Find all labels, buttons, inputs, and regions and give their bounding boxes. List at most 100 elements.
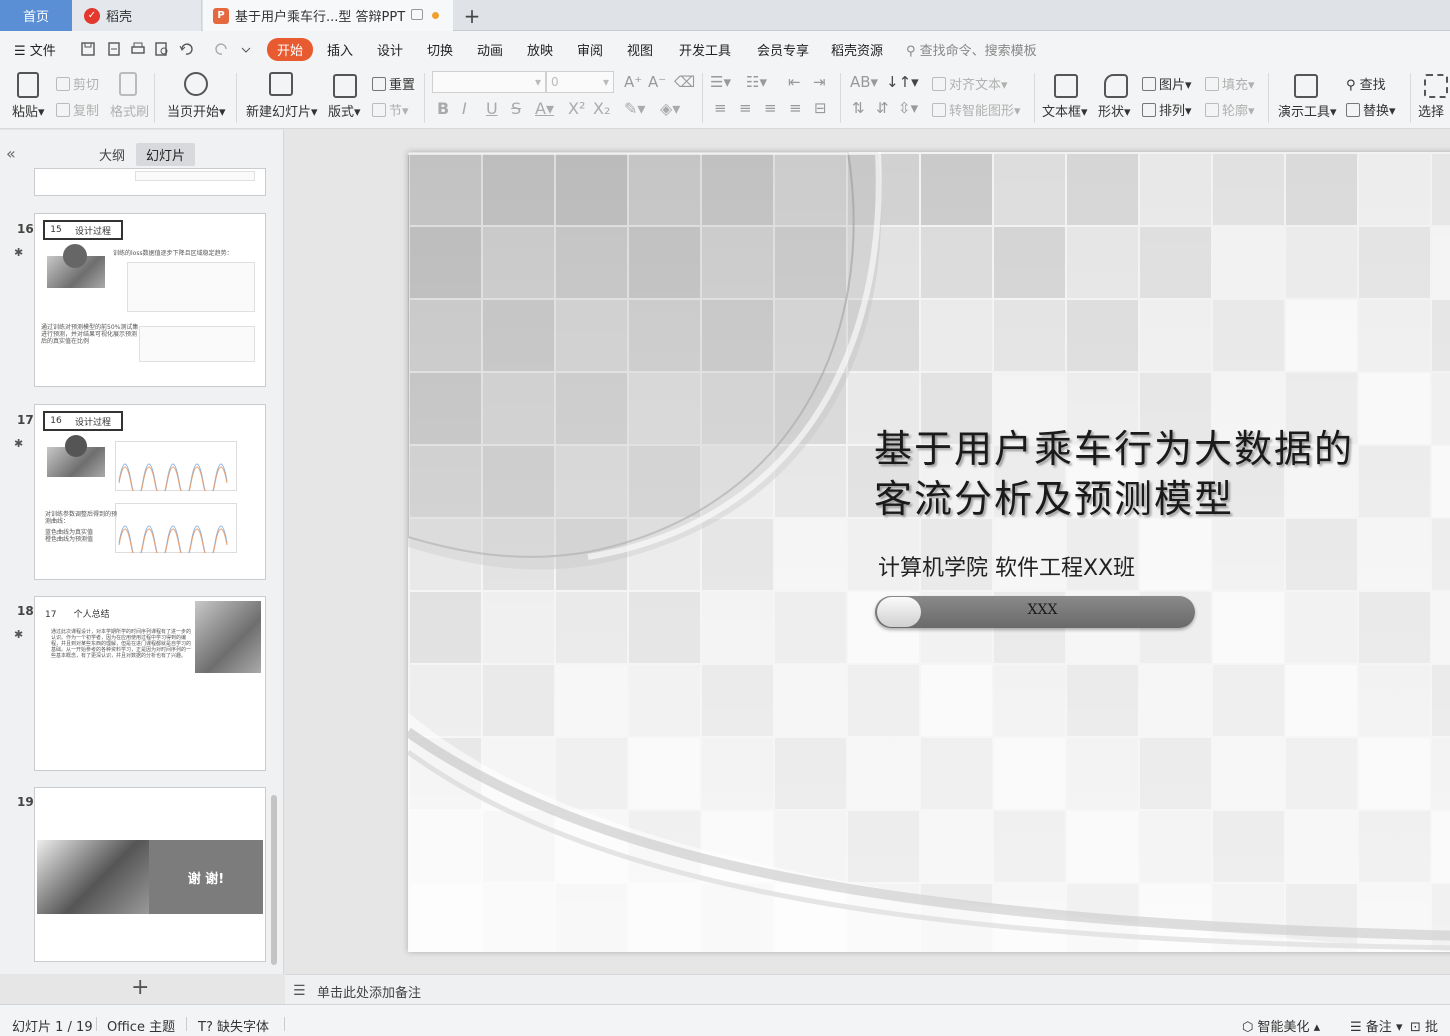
decrease-indent-icon[interactable]: ⇤ [788,73,801,91]
quick-access-dropdown-icon[interactable] [240,41,256,57]
notes-toggle-button[interactable]: ☰ 备注 ▾ [1350,1016,1402,1035]
align-right-icon[interactable]: ≡ [764,99,777,117]
format-painter-button[interactable]: 格式刷 [110,101,149,120]
font-color-icon[interactable]: A▾ [535,99,554,118]
increase-indent-icon[interactable]: ⇥ [813,73,826,91]
undo-icon[interactable] [178,41,194,57]
clear-format-icon[interactable]: ⌫ [674,73,695,91]
export-pdf-icon[interactable] [106,41,122,57]
slide-thumbnail-15[interactable] [34,168,266,196]
tab-daoke[interactable]: ✓ 稻壳 [72,0,202,31]
menu-membership[interactable]: 会员专享 [757,40,809,59]
phonetic-guide-icon[interactable]: ✎▾ [624,99,645,118]
superscript-icon[interactable]: X² [568,99,585,118]
replace-button[interactable]: 替换▾ [1346,100,1396,119]
monitor-icon[interactable] [411,9,423,20]
smart-graphic-button[interactable]: 转智能图形▾ [932,100,1021,119]
menu-animation[interactable]: 动画 [477,40,503,59]
justify-icon[interactable]: ≡ [789,99,802,117]
comments-button[interactable]: ⊡ 批注 [1410,1016,1450,1036]
presenter-tools-button[interactable]: 演示工具▾ [1278,101,1337,120]
sort-icon[interactable]: ↓↑▾ [886,73,919,91]
increase-font-icon[interactable]: A⁺ [624,73,642,91]
theme-name[interactable]: Office 主题 [107,1016,175,1035]
font-size-combo[interactable]: 0 ▾ [546,71,614,93]
text-direction-icon[interactable]: AB▾ [850,73,878,91]
fill-button[interactable]: 填充▾ [1205,74,1255,93]
collapse-panel-icon[interactable]: « [6,144,16,163]
italic-icon[interactable]: I [462,99,467,118]
copy-button[interactable]: 复制 [56,100,99,119]
cut-button[interactable]: 剪切 [56,74,99,93]
subscript-icon[interactable]: X₂ [593,99,610,118]
align-text-button[interactable]: 对齐文本▾ [932,74,1008,93]
presenter-name-bar[interactable]: XXX [875,596,1195,628]
play-from-current-button[interactable]: 当页开始▾ [167,101,226,120]
play-from-current-label: 当页开始 [167,105,220,120]
tab-outline[interactable]: 大纲 [99,145,125,164]
redo-icon[interactable] [214,41,230,57]
spacing-dropdown-icon[interactable]: ⇳▾ [898,99,918,117]
bullet-list-icon[interactable]: ☰▾ [710,73,731,91]
menu-transition[interactable]: 切换 [427,40,453,59]
line-spacing-icon[interactable]: ⇅ [852,99,865,117]
smart-beautify-button[interactable]: ⬡ 智能美化 ▴ [1242,1016,1320,1035]
slide-thumbnail-16[interactable]: 15 设计过程 训练的loss数据值逐步下降且区域稳定趋势： 通过训练对预测模型的… [34,213,266,387]
add-slide-button[interactable]: + [131,975,149,1000]
tab-home[interactable]: 首页 [0,0,72,31]
underline-icon[interactable]: U [486,99,498,118]
new-tab-button[interactable]: + [460,0,484,31]
layout-button[interactable]: 版式▾ [328,101,361,120]
notes-placeholder[interactable]: 单击此处添加备注 [317,982,421,1001]
current-slide[interactable]: 基于用户乘车行为大数据的 客流分析及预测模型 计算机学院 软件工程XX班 XXX [408,152,1450,952]
menu-start[interactable]: 开始 [267,38,314,61]
menu-developer[interactable]: 开发工具 [679,40,731,59]
panel-scrollbar[interactable] [271,795,277,965]
align-left-icon[interactable]: ≡ [714,99,727,117]
textbox-button[interactable]: 文本框▾ [1042,101,1088,120]
tab-slides[interactable]: 幻灯片 [136,143,196,166]
bold-icon[interactable]: B [437,99,449,118]
menu-daoke-resources[interactable]: 稻壳资源 [831,40,883,59]
menu-view[interactable]: 视图 [627,40,653,59]
print-preview-icon[interactable] [154,41,170,57]
textbox-icon [1054,74,1078,98]
slide-title-line1[interactable]: 基于用户乘车行为大数据的 [874,418,1354,473]
layout-label: 版式 [328,105,355,120]
numbered-list-icon[interactable]: ☷▾ [746,73,767,91]
menu-design[interactable]: 设计 [377,40,403,59]
tab-document[interactable]: P 基于用户乘车行...型 答辩PPT [203,0,453,31]
slide-subtitle[interactable]: 计算机学院 软件工程XX班 [878,550,1135,582]
notes-bar[interactable]: ☰ 单击此处添加备注 [285,974,1450,1004]
command-search[interactable]: ⚲ 查找命令、搜索模板 [906,40,1037,59]
find-button[interactable]: ⚲ 查找 [1346,74,1386,93]
slide-title-line2[interactable]: 客流分析及预测模型 [874,468,1234,523]
menu-slideshow[interactable]: 放映 [527,40,553,59]
notes-icon: ☰ [293,983,306,999]
strikethrough-icon[interactable]: S [511,99,521,118]
picture-button[interactable]: 图片▾ [1142,74,1192,93]
save-icon[interactable] [80,41,96,57]
reset-button[interactable]: 重置 [372,74,415,93]
highlight-icon[interactable]: ◈▾ [660,99,680,118]
missing-font-button[interactable]: T? 缺失字体 [198,1016,269,1035]
slide-thumbnail-19[interactable]: 谢 谢! [34,787,266,962]
arrange-button[interactable]: 排列▾ [1142,100,1192,119]
file-menu[interactable]: ☰ 文件 [14,40,56,59]
font-family-combo[interactable]: ▾ [432,71,546,93]
shape-button[interactable]: 形状▾ [1098,101,1131,120]
paragraph-spacing-icon[interactable]: ⇵ [876,99,889,117]
section-button[interactable]: 节▾ [372,100,409,119]
paste-button[interactable]: 粘贴▾ [12,101,45,120]
menu-insert[interactable]: 插入 [327,40,353,59]
align-center-icon[interactable]: ≡ [739,99,752,117]
outline-button[interactable]: 轮廓▾ [1205,100,1255,119]
select-button[interactable]: 选择 [1418,101,1444,120]
print-icon[interactable] [130,41,146,57]
distribute-icon[interactable]: ⊟ [814,99,827,117]
slide-thumbnail-18[interactable]: 17 个人总结 通过此次课程设计，对本学期所学的时间序列课程有了进一步的认识。作… [34,596,266,771]
decrease-font-icon[interactable]: A⁻ [648,73,666,91]
menu-review[interactable]: 审阅 [577,40,603,59]
slide-thumbnail-17[interactable]: 16 设计过程 对训练参数调整后得到的预测曲线： 蓝色曲线为真实值 橙色曲线为预测… [34,404,266,580]
new-slide-button[interactable]: 新建幻灯片▾ [246,101,318,120]
